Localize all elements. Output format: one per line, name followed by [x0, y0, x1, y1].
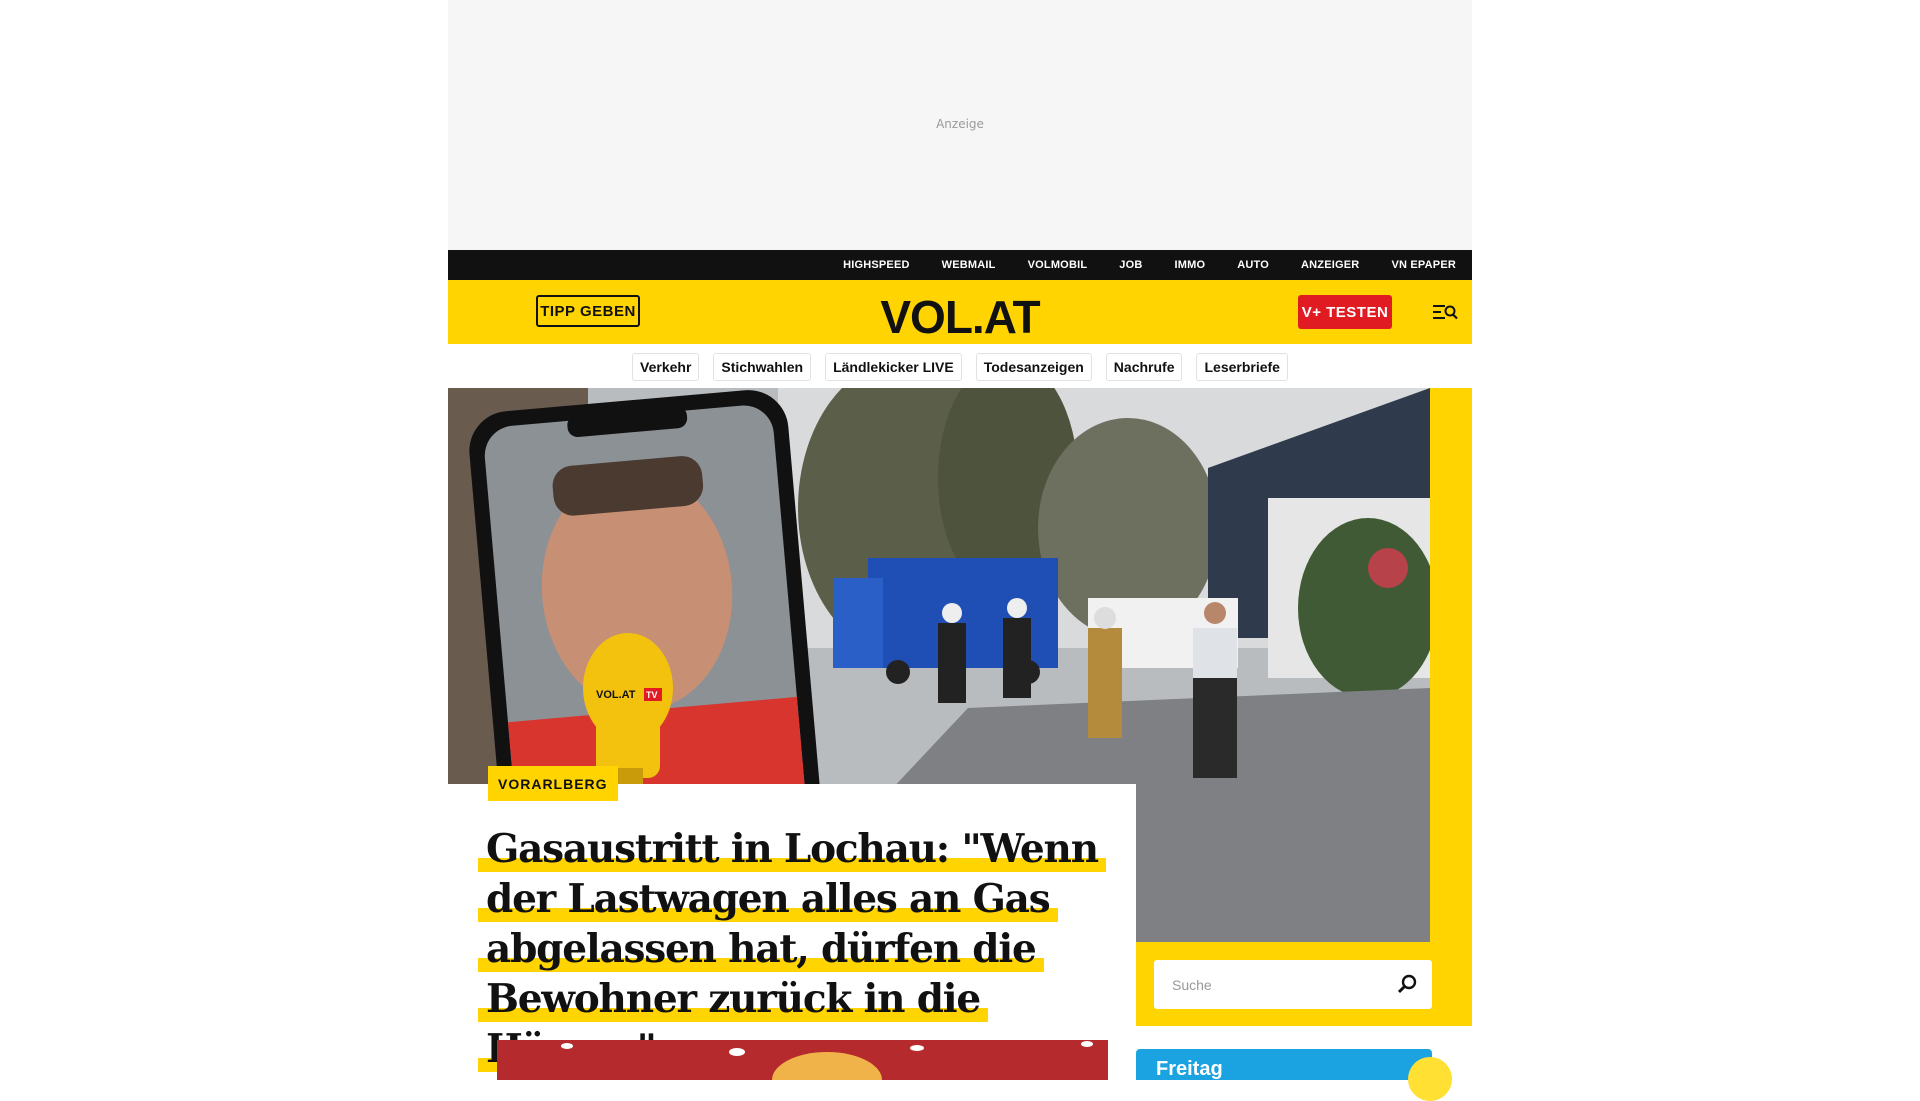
weather-widget[interactable]: Freitag: [1136, 1049, 1432, 1080]
nav-pill-verkehr[interactable]: Verkehr: [632, 353, 700, 381]
hero-headline-text: Gasaustritt in Lochau: "Wenn der Lastwag…: [478, 826, 1106, 1072]
service-link-vn-epaper[interactable]: VN EPAPER: [1391, 259, 1456, 271]
mic-brand-label: VOL.AT: [596, 689, 636, 701]
topic-nav: Verkehr Stichwahlen Ländlekicker LIVE To…: [448, 353, 1472, 381]
service-link-webmail[interactable]: WEBMAIL: [942, 259, 996, 271]
site-header: TIPP GEBEN VOL.AT V+ TESTEN: [448, 280, 1472, 344]
menu-search-icon[interactable]: [1432, 302, 1458, 322]
search-box: [1154, 960, 1432, 1009]
secondary-article-image[interactable]: [497, 1040, 1108, 1080]
service-link-immo[interactable]: IMMO: [1174, 259, 1205, 271]
article-kicker[interactable]: VORARLBERG: [488, 766, 618, 801]
page: Anzeige HIGHSPEED WEBMAIL VOLMOBIL JOB I…: [448, 0, 1472, 1101]
hero-headline[interactable]: Gasaustritt in Lochau: "Wenn der Lastwag…: [478, 824, 1118, 1074]
nav-pill-nachrufe[interactable]: Nachrufe: [1105, 353, 1183, 381]
search-icon[interactable]: [1396, 973, 1418, 995]
mic-tv-label: TV: [646, 690, 658, 700]
v-plus-testen-button[interactable]: V+ TESTEN: [1298, 295, 1392, 329]
service-link-volmobil[interactable]: VOLMOBIL: [1028, 259, 1088, 271]
ad-banner[interactable]: Anzeige: [448, 0, 1472, 250]
service-link-job[interactable]: JOB: [1119, 259, 1142, 271]
service-links: HIGHSPEED WEBMAIL VOLMOBIL JOB IMMO AUTO…: [843, 250, 1456, 280]
weather-day: Freitag: [1156, 1058, 1223, 1080]
search-input[interactable]: [1154, 960, 1384, 1009]
nav-pill-laendlekicker[interactable]: Ländlekicker LIVE: [825, 353, 962, 381]
nav-pill-leserbriefe[interactable]: Leserbriefe: [1196, 353, 1288, 381]
service-link-highspeed[interactable]: HIGHSPEED: [843, 259, 910, 271]
sun-icon: [1408, 1057, 1452, 1101]
top-service-bar: HIGHSPEED WEBMAIL VOLMOBIL JOB IMMO AUTO…: [448, 250, 1472, 280]
nav-pill-todesanzeigen[interactable]: Todesanzeigen: [975, 353, 1092, 381]
service-link-auto[interactable]: AUTO: [1237, 259, 1269, 271]
service-link-anzeiger[interactable]: ANZEIGER: [1301, 259, 1359, 271]
ad-label: Anzeige: [936, 117, 984, 131]
nav-pill-stichwahlen[interactable]: Stichwahlen: [713, 353, 812, 381]
